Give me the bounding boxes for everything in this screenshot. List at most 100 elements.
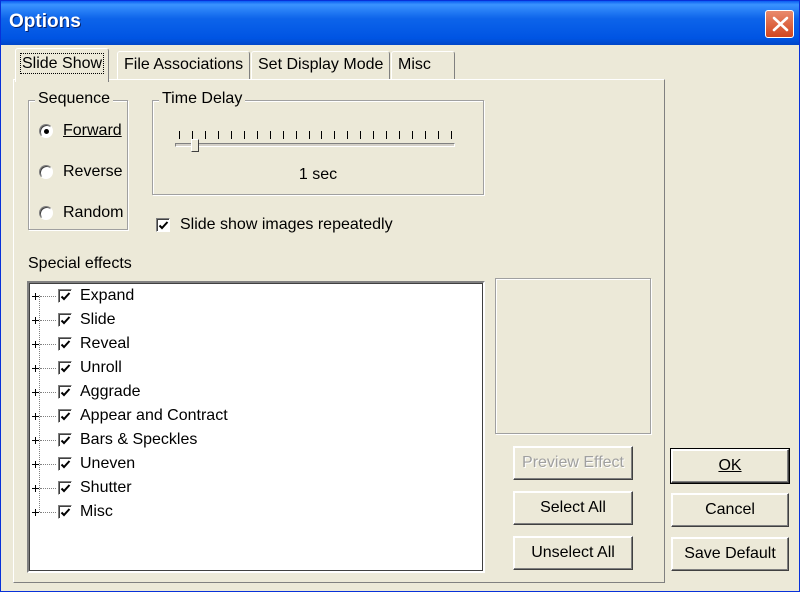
time-delay-group: Time Delay 1 sec	[152, 90, 484, 195]
effect-checkbox[interactable]	[58, 457, 72, 471]
effect-label: Appear and Contract	[80, 407, 228, 424]
effect-label: Uneven	[80, 455, 136, 472]
expand-plus-icon[interactable]	[31, 292, 40, 301]
slider-tick	[347, 131, 349, 139]
sequence-title: Sequence	[35, 90, 114, 108]
tree-item[interactable]: Aggrade	[31, 381, 141, 403]
tree-branch-line	[40, 415, 56, 417]
tree-branch-line	[40, 391, 56, 393]
cancel-label: Cancel	[705, 501, 755, 518]
expand-plus-icon[interactable]	[31, 484, 40, 493]
expand-plus-icon[interactable]	[31, 316, 40, 325]
radio-button[interactable]	[39, 124, 53, 138]
time-delay-slider-track[interactable]	[175, 143, 455, 147]
checkmark-icon	[60, 508, 71, 517]
tab-file-associations[interactable]: File Associations	[117, 51, 251, 80]
select-all-label: Select All	[540, 499, 606, 516]
select-all-button[interactable]: Select All	[513, 491, 633, 525]
tab-label: Misc	[398, 56, 431, 73]
slider-tick	[230, 131, 232, 139]
title-bar[interactable]: Options	[1, 1, 799, 45]
radio-forward[interactable]: Forward	[39, 121, 122, 141]
tree-item[interactable]: Uneven	[31, 453, 135, 475]
tab-slide-show[interactable]: Slide Show	[15, 48, 110, 82]
effect-checkbox[interactable]	[58, 505, 72, 519]
ok-button[interactable]: OK	[670, 448, 790, 484]
tree-item[interactable]: Appear and Contract	[31, 405, 228, 427]
checkmark-icon	[60, 460, 71, 469]
save-default-button[interactable]: Save Default	[671, 537, 789, 571]
effect-checkbox[interactable]	[58, 289, 72, 303]
expand-plus-icon[interactable]	[31, 412, 40, 421]
effect-checkbox[interactable]	[58, 337, 72, 351]
slider-tick	[282, 131, 284, 139]
window-title: Options	[9, 11, 81, 32]
expand-plus-icon[interactable]	[31, 388, 40, 397]
ok-label: OK	[718, 457, 742, 474]
slider-tick	[321, 131, 323, 139]
checkmark-icon	[60, 484, 71, 493]
tree-item[interactable]: Reveal	[31, 333, 130, 355]
tab-label: File Associations	[124, 56, 244, 73]
close-icon	[772, 16, 789, 32]
effect-checkbox[interactable]	[58, 433, 72, 447]
tree-branch-line	[40, 439, 56, 441]
checkmark-icon	[60, 316, 71, 325]
effect-checkbox[interactable]	[58, 385, 72, 399]
checkmark-icon	[60, 364, 71, 373]
slider-tick	[373, 131, 375, 139]
effect-label: Expand	[80, 287, 135, 304]
expand-plus-icon[interactable]	[31, 436, 40, 445]
tree-item[interactable]: Bars & Speckles	[31, 429, 197, 451]
tree-branch-line	[40, 487, 56, 489]
repeat-checkbox-row[interactable]: Slide show images repeatedly	[156, 216, 393, 234]
checkmark-icon	[60, 388, 71, 397]
tab-set-display-mode[interactable]: Set Display Mode	[251, 51, 391, 80]
tree-branch-line	[40, 367, 56, 369]
tree-item[interactable]: Unroll	[31, 357, 122, 379]
special-effects-label: Special effects	[28, 255, 132, 272]
unselect-all-button[interactable]: Unselect All	[513, 536, 633, 570]
slider-tick	[334, 131, 336, 139]
save-default-label: Save Default	[684, 545, 776, 562]
slider-tick	[438, 131, 440, 139]
effect-checkbox[interactable]	[58, 313, 72, 327]
expand-plus-icon[interactable]	[31, 508, 40, 517]
checkmark-icon	[60, 292, 71, 301]
tree-item[interactable]: Shutter	[31, 477, 132, 499]
checkmark-icon	[60, 340, 71, 349]
close-button[interactable]	[765, 10, 794, 38]
preview-effect-button[interactable]: Preview Effect	[513, 446, 633, 480]
slider-ticks	[179, 131, 453, 141]
effect-checkbox[interactable]	[58, 481, 72, 495]
expand-plus-icon[interactable]	[31, 364, 40, 373]
effect-label: Reveal	[80, 335, 130, 352]
tree-item[interactable]: Slide	[31, 309, 116, 331]
unselect-all-label: Unselect All	[531, 544, 615, 561]
radio-reverse[interactable]: Reverse	[39, 162, 123, 182]
expand-plus-icon[interactable]	[31, 340, 40, 349]
cancel-button[interactable]: Cancel	[671, 493, 789, 527]
slider-tick	[269, 131, 271, 139]
tree-item[interactable]: Expand	[31, 285, 134, 307]
expand-plus-icon[interactable]	[31, 460, 40, 469]
radio-button[interactable]	[39, 206, 53, 220]
slider-tick	[360, 131, 362, 139]
effect-preview-area	[495, 278, 651, 434]
tree-item[interactable]: Misc	[31, 501, 113, 523]
effect-checkbox[interactable]	[58, 409, 72, 423]
special-effects-tree[interactable]: Expand Slide Reveal Unroll Aggrade Appear and…	[27, 281, 485, 573]
slider-tick	[399, 131, 401, 139]
repeat-checkbox[interactable]	[156, 218, 170, 232]
time-delay-slider-thumb[interactable]	[191, 139, 199, 152]
radio-button[interactable]	[39, 165, 53, 179]
effect-label: Bars & Speckles	[80, 431, 198, 448]
radio-random[interactable]: Random	[39, 203, 123, 223]
effect-checkbox[interactable]	[58, 361, 72, 375]
tab-label: Slide Show	[19, 53, 105, 74]
tab-misc[interactable]: Misc	[391, 51, 455, 80]
slider-tick	[256, 131, 258, 139]
time-delay-title: Time Delay	[159, 90, 246, 108]
repeat-label: Slide show images repeatedly	[180, 216, 393, 233]
tree-branch-line	[40, 511, 56, 513]
